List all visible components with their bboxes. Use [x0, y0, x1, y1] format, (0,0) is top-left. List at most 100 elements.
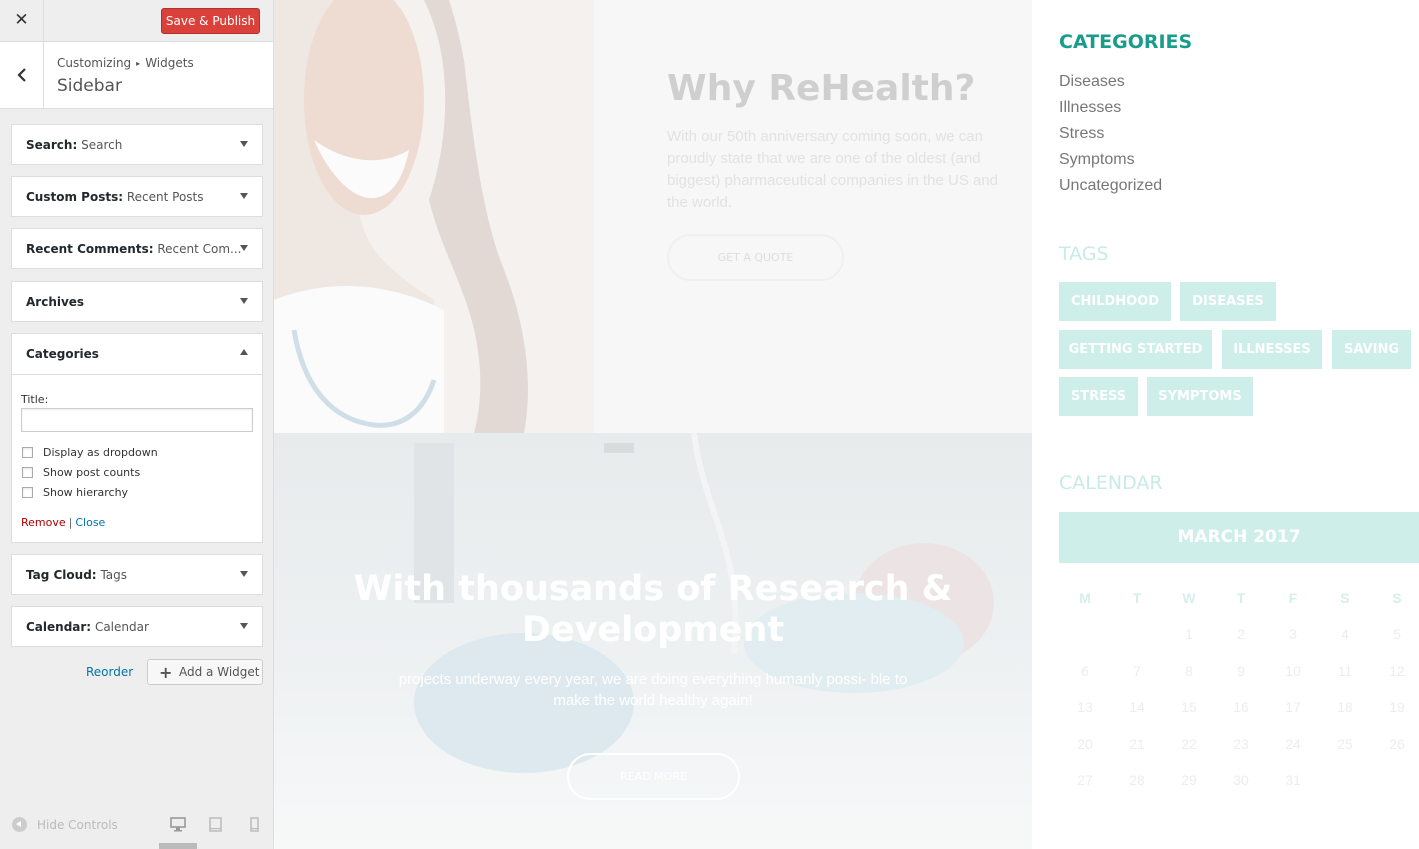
show-hierarchy-checkbox[interactable]	[22, 487, 33, 498]
calendar-day[interactable]: 14	[1111, 699, 1163, 715]
widget-subtitle: Search	[81, 138, 123, 152]
tags-heading: TAGS	[1059, 243, 1109, 265]
widget-categories-header[interactable]: Categories	[12, 334, 262, 375]
chevron-left-icon	[16, 68, 26, 82]
widget-name: Categories	[26, 347, 99, 361]
calendar-day[interactable]: 26	[1371, 736, 1419, 752]
tag-diseases[interactable]: DISEASES	[1180, 282, 1276, 321]
calendar-day[interactable]: 17	[1267, 699, 1319, 715]
widget-subtitle: Recent Com...	[157, 242, 242, 256]
calendar-day[interactable]: 2	[1215, 626, 1267, 642]
display-as-dropdown-checkbox[interactable]	[22, 447, 33, 458]
calendar-weekday: S	[1340, 590, 1350, 606]
calendar-weekday: T	[1132, 590, 1142, 606]
research-text: projects underway every year, we are doi…	[398, 671, 908, 709]
calendar-day[interactable]: 1	[1163, 626, 1215, 642]
calendar-day[interactable]: 24	[1267, 736, 1319, 752]
category-link[interactable]: Illnesses	[1059, 98, 1162, 124]
collapse-circle-icon	[12, 817, 27, 832]
calendar-day[interactable]: 29	[1163, 772, 1215, 788]
calendar-day[interactable]: 7	[1111, 663, 1163, 679]
tag-illnesses[interactable]: ILLNESSES	[1222, 330, 1322, 369]
desktop-icon[interactable]	[170, 817, 186, 832]
widget-categories-expanded: Categories Title: Display as dropdown Sh…	[11, 333, 263, 543]
calendar-day[interactable]: 15	[1163, 699, 1215, 715]
widget-archives[interactable]: Archives	[11, 281, 263, 322]
calendar-day[interactable]: 23	[1215, 736, 1267, 752]
get-quote-button[interactable]: GET A QUOTE	[667, 234, 844, 281]
plus-icon: +	[159, 663, 173, 682]
why-title: Why ReHealth?	[667, 68, 976, 109]
back-button[interactable]	[0, 42, 44, 108]
customizer-panel: ✕ Save & Publish Customizing ▸ Widgets Sid…	[0, 0, 274, 849]
widget-name: Tag Cloud:	[26, 568, 97, 582]
category-link[interactable]: Symptoms	[1059, 150, 1162, 176]
category-link[interactable]: Uncategorized	[1059, 176, 1162, 202]
dropdown-option: Display as dropdown	[22, 446, 158, 459]
save-publish-button[interactable]: Save & Publish	[161, 8, 260, 34]
calendar-day[interactable]: 19	[1371, 699, 1419, 715]
read-more-button[interactable]: READ MORE	[567, 753, 740, 800]
tag-stress[interactable]: STRESS	[1059, 377, 1138, 416]
calendar-day[interactable]: 8	[1163, 663, 1215, 679]
calendar-day[interactable]: 31	[1267, 772, 1319, 788]
calendar-day[interactable]: 18	[1319, 699, 1371, 715]
calendar-day[interactable]: 25	[1319, 736, 1371, 752]
close-icon: ✕	[14, 10, 29, 30]
site-preview: Why ReHealth? With our 50th anniversary …	[274, 0, 1419, 849]
calendar-day[interactable]: 27	[1059, 772, 1111, 788]
widget-recent-comments[interactable]: Recent Comments: Recent Com...	[11, 228, 263, 269]
calendar-day[interactable]: 13	[1059, 699, 1111, 715]
title-input[interactable]	[21, 408, 253, 432]
research-title: With thousands of Research & Development	[353, 569, 953, 650]
remove-link[interactable]: Remove	[21, 516, 66, 529]
calendar-day[interactable]: 3	[1267, 626, 1319, 642]
tag-saving[interactable]: SAVING	[1332, 330, 1411, 369]
widget-custom-posts[interactable]: Custom Posts: Recent Posts	[11, 176, 263, 217]
calendar-day[interactable]: 28	[1111, 772, 1163, 788]
calendar-day[interactable]: 30	[1215, 772, 1267, 788]
widget-name: Search:	[26, 138, 78, 152]
widget-search[interactable]: Search: Search	[11, 124, 263, 165]
category-link[interactable]: Diseases	[1059, 72, 1162, 98]
tag-symptoms[interactable]: SYMPTOMS	[1147, 377, 1253, 416]
calendar-day[interactable]: 12	[1371, 663, 1419, 679]
hero-section-why: Why ReHealth? With our 50th anniversary …	[274, 0, 1032, 433]
hide-controls-button[interactable]: Hide Controls	[12, 817, 118, 832]
widget-calendar[interactable]: Calendar: Calendar	[11, 606, 263, 647]
calendar-day[interactable]: 9	[1215, 663, 1267, 679]
calendar-day[interactable]: 11	[1319, 663, 1371, 679]
tag-getting-started[interactable]: GETTING STARTED	[1059, 330, 1212, 369]
link-separator: |	[68, 516, 73, 529]
customizer-footer: Hide Controls	[0, 805, 273, 849]
mobile-icon[interactable]	[250, 817, 259, 832]
close-link[interactable]: Close	[75, 516, 105, 529]
widget-tag-cloud[interactable]: Tag Cloud: Tags	[11, 554, 263, 595]
calendar-day[interactable]: 16	[1215, 699, 1267, 715]
tag-childhood[interactable]: CHILDHOOD	[1059, 282, 1171, 321]
reorder-link[interactable]: Reorder	[86, 665, 133, 679]
close-customizer-button[interactable]: ✕	[0, 0, 44, 41]
calendar-day[interactable]: 5	[1371, 626, 1419, 642]
calendar-weekday: W	[1182, 590, 1196, 606]
expand-arrow-icon	[240, 298, 248, 304]
hero-section-research: With thousands of Research & Development…	[274, 433, 1032, 849]
add-widget-label: Add a Widget	[179, 665, 260, 679]
calendar-day[interactable]: 10	[1267, 663, 1319, 679]
calendar-day[interactable]: 22	[1163, 736, 1215, 752]
calendar-day[interactable]: 21	[1111, 736, 1163, 752]
calendar-day[interactable]: 6	[1059, 663, 1111, 679]
breadcrumb-child: Widgets	[145, 56, 194, 70]
show-post-counts-checkbox[interactable]	[22, 467, 33, 478]
category-link[interactable]: Stress	[1059, 124, 1162, 150]
calendar-weekday: F	[1288, 590, 1298, 606]
show-hierarchy-label: Show hierarchy	[43, 486, 129, 499]
add-widget-button[interactable]: + Add a Widget	[147, 659, 263, 685]
breadcrumb: Customizing ▸ Widgets	[57, 56, 194, 70]
post-counts-option: Show post counts	[22, 466, 140, 479]
calendar-weekday: T	[1236, 590, 1246, 606]
calendar-day[interactable]: 4	[1319, 626, 1371, 642]
tablet-icon[interactable]	[209, 817, 222, 832]
widget-subtitle: Calendar	[94, 620, 149, 634]
calendar-day[interactable]: 20	[1059, 736, 1111, 752]
